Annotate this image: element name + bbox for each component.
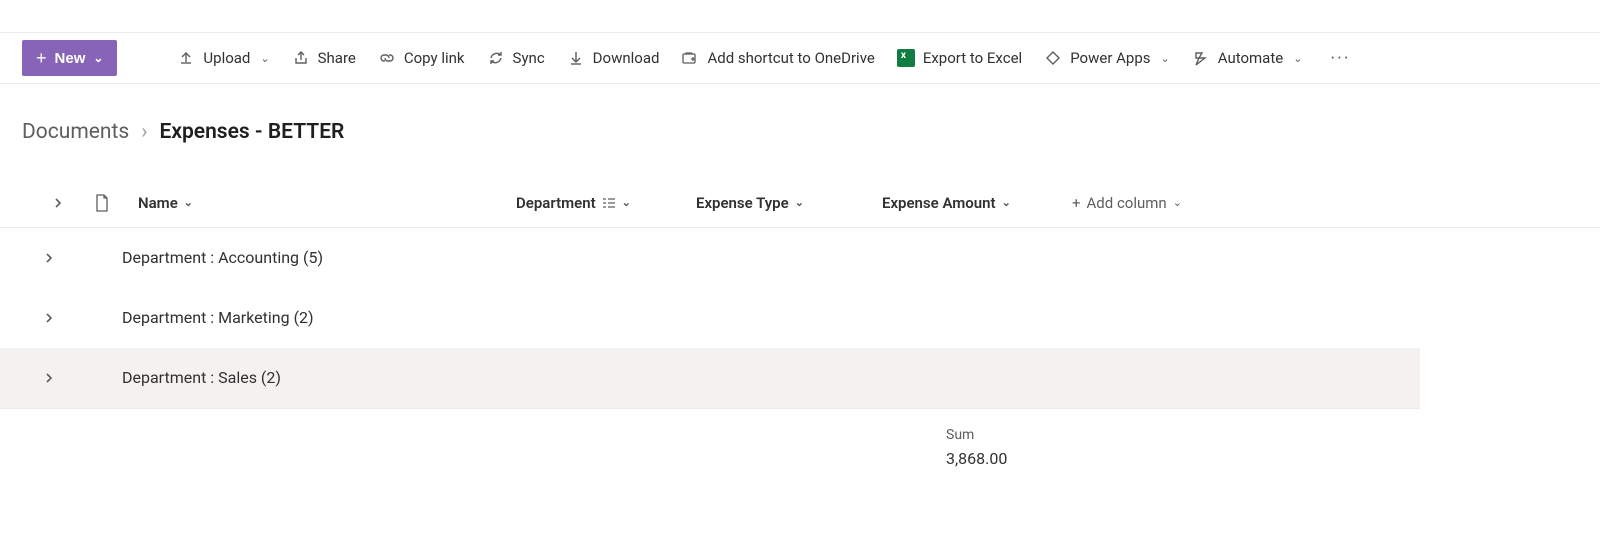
column-department-label: Department [516,194,596,212]
power-apps-icon [1044,49,1062,67]
power-apps-button[interactable]: Power Apps ⌄ [1042,45,1172,71]
expand-all-toggle[interactable] [22,197,94,209]
chevron-down-icon: ⌄ [1293,52,1302,65]
automate-icon [1192,49,1210,67]
group-row[interactable]: Department : Accounting (5) [0,228,1420,288]
group-label: Department : Marketing (2) [122,308,314,327]
upload-button[interactable]: Upload ⌄ [175,45,271,71]
excel-icon [897,49,915,67]
breadcrumb-root[interactable]: Documents [22,120,129,144]
onedrive-shortcut-icon [681,49,699,67]
more-button[interactable]: ··· [1322,48,1358,69]
expand-toggle[interactable] [22,312,76,324]
chevron-down-icon: ⌄ [184,196,193,209]
column-name[interactable]: Name ⌄ [138,194,516,212]
new-button-label: New [55,50,86,67]
aggregate-block: Sum 3,868.00 [946,409,1600,468]
export-excel-label: Export to Excel [923,49,1022,67]
aggregate-value: 3,868.00 [946,449,1600,468]
chevron-down-icon: ⌄ [1161,52,1170,65]
add-shortcut-button[interactable]: Add shortcut to OneDrive [679,45,876,71]
share-label: Share [318,49,356,67]
grouped-icon [602,197,616,209]
sync-label: Sync [513,49,545,67]
upload-icon [177,49,195,67]
file-icon [94,194,110,212]
group-row[interactable]: Department : Marketing (2) [0,288,1420,348]
export-excel-button[interactable]: Export to Excel [895,45,1024,71]
add-shortcut-label: Add shortcut to OneDrive [707,49,874,67]
breadcrumb-current: Expenses - BETTER [160,120,345,144]
new-button[interactable]: + New ⌄ [22,40,117,76]
automate-label: Automate [1218,49,1283,67]
plus-icon: + [1072,194,1081,212]
breadcrumb: Documents › Expenses - BETTER [0,84,1600,154]
group-row[interactable]: Department : Sales (2) [0,348,1420,408]
chevron-down-icon: ⌄ [1002,196,1011,209]
column-expense-type-label: Expense Type [696,194,789,212]
add-column-button[interactable]: + Add column ⌄ [1072,194,1232,212]
chevron-right-icon [43,372,55,384]
sync-button[interactable]: Sync [485,45,547,71]
power-apps-label: Power Apps [1070,49,1150,67]
column-expense-amount-label: Expense Amount [882,194,996,212]
column-expense-amount[interactable]: Expense Amount ⌄ [882,194,1072,212]
list-header: Name ⌄ Department ⌄ Expense Type ⌄ Expen… [0,178,1600,228]
copy-link-button[interactable]: Copy link [376,45,467,71]
link-icon [378,49,396,67]
column-department[interactable]: Department ⌄ [516,194,696,212]
add-column-label: Add column [1087,194,1167,212]
chevron-right-icon [52,197,64,209]
copy-link-label: Copy link [404,49,465,67]
group-label: Department : Sales (2) [122,368,281,387]
file-type-header[interactable] [94,194,138,212]
column-name-label: Name [138,194,178,212]
chevron-down-icon: ⌄ [795,196,804,209]
sync-icon [487,49,505,67]
chevron-right-icon: › [141,120,147,144]
group-label: Department : Accounting (5) [122,248,323,267]
expand-toggle[interactable] [22,372,76,384]
share-button[interactable]: Share [290,45,358,71]
upload-label: Upload [203,49,250,67]
aggregate-label: Sum [946,427,1600,443]
share-icon [292,49,310,67]
chevron-down-icon: ⌄ [622,196,631,209]
plus-icon: + [36,49,47,67]
chevron-right-icon [43,312,55,324]
chevron-right-icon [43,252,55,264]
chevron-down-icon: ⌄ [1173,196,1182,209]
expand-toggle[interactable] [22,252,76,264]
download-label: Download [593,49,660,67]
download-button[interactable]: Download [565,45,662,71]
chevron-down-icon: ⌄ [260,52,269,65]
list-body: Department : Accounting (5) Department :… [0,228,1420,409]
automate-button[interactable]: Automate ⌄ [1190,45,1305,71]
command-bar: + New ⌄ Upload ⌄ Share Copy link Sync Do… [0,32,1600,84]
chevron-down-icon: ⌄ [93,51,103,65]
column-expense-type[interactable]: Expense Type ⌄ [696,194,882,212]
download-icon [567,49,585,67]
